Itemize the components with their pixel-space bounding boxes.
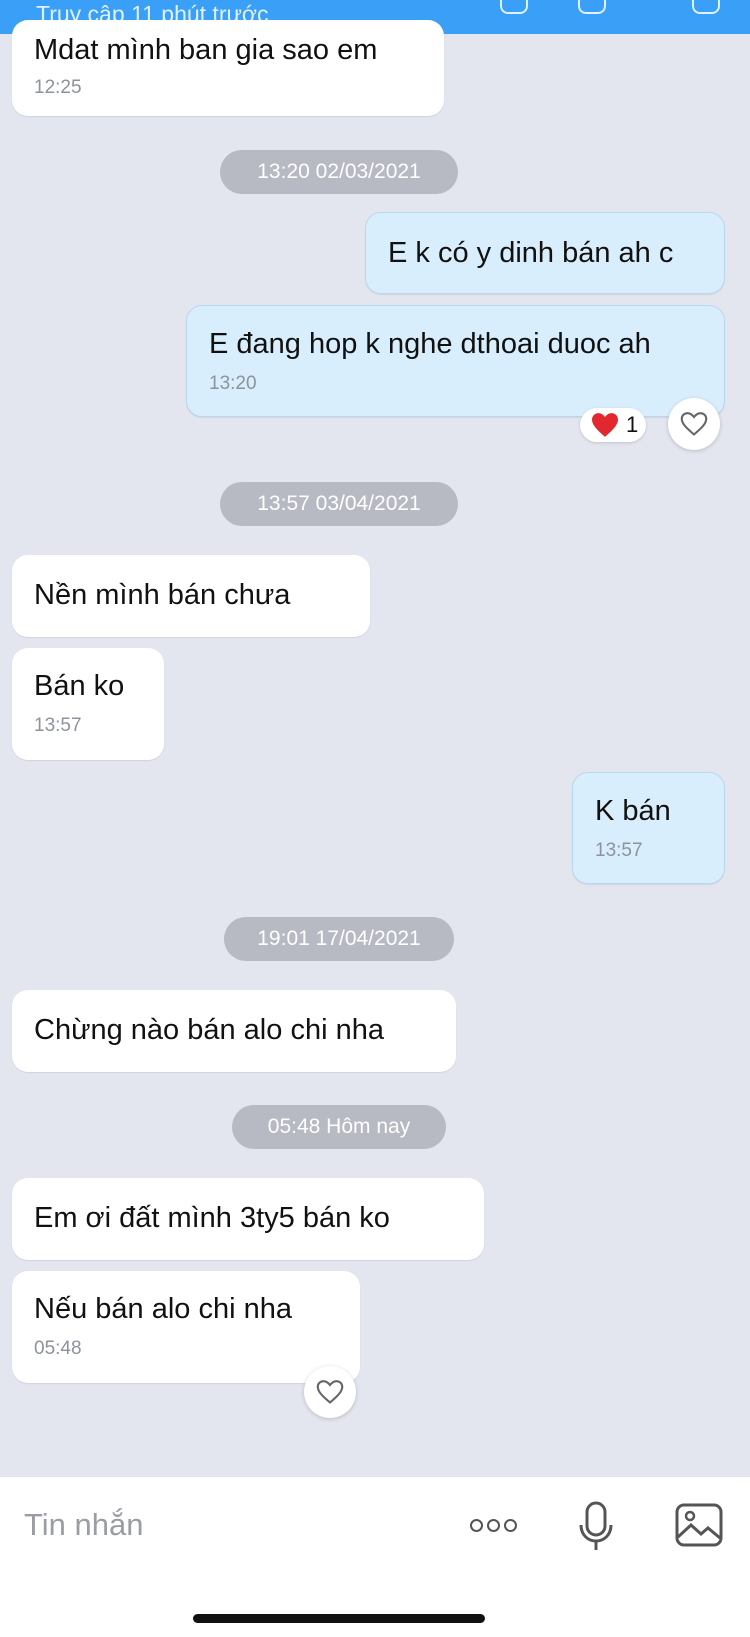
message-incoming[interactable]: Chừng nào bán alo chi nha <box>12 990 456 1072</box>
heart-outline-icon <box>316 1380 344 1404</box>
message-incoming[interactable]: Nền mình bán chưa <box>12 555 370 637</box>
image-icon[interactable] <box>675 1503 723 1547</box>
message-text: E đang hop k nghe dthoai duoc ah <box>209 328 651 360</box>
heart-outline-icon <box>680 412 708 436</box>
react-button[interactable] <box>304 1366 356 1418</box>
reaction-badge[interactable]: 1 <box>580 408 647 442</box>
date-separator: 05:48 Hôm nay <box>232 1105 446 1149</box>
reaction-count: 1 <box>626 412 639 437</box>
date-separator: 19:01 17/04/2021 <box>224 917 454 961</box>
menu-icon[interactable] <box>692 0 720 14</box>
message-time: 05:48 <box>34 1338 82 1359</box>
message-outgoing[interactable]: K bán 13:57 <box>572 772 725 884</box>
call-icon[interactable] <box>500 0 528 14</box>
message-text: Bán ko <box>34 670 125 702</box>
message-incoming[interactable]: Bán ko 13:57 <box>12 648 164 760</box>
message-time: 13:20 <box>209 373 257 394</box>
react-button[interactable] <box>668 398 720 450</box>
message-text: Mdat mình ban gia sao em <box>34 34 378 66</box>
home-indicator <box>193 1614 485 1623</box>
date-separator: 13:57 03/04/2021 <box>220 482 458 526</box>
message-incoming[interactable]: Mdat mình ban gia sao em 12:25 <box>12 20 444 116</box>
message-text: Em ơi đất mình 3ty5 bán ko <box>34 1202 390 1234</box>
message-input[interactable]: Tin nhắn <box>24 1507 144 1543</box>
message-text: Nếu bán alo chi nha <box>34 1293 292 1325</box>
composer-bar: Tin nhắn <box>0 1477 750 1637</box>
message-incoming[interactable]: Em ơi đất mình 3ty5 bán ko <box>12 1178 484 1260</box>
message-outgoing[interactable]: E đang hop k nghe dthoai duoc ah 13:20 <box>186 305 725 417</box>
message-incoming[interactable]: Nếu bán alo chi nha 05:48 <box>12 1271 360 1383</box>
message-text: K bán <box>595 795 671 827</box>
message-outgoing[interactable]: E k có y dinh bán ah c <box>365 212 725 294</box>
microphone-icon[interactable] <box>578 1501 614 1553</box>
message-time: 13:57 <box>34 715 82 736</box>
message-time: 13:57 <box>595 840 643 861</box>
heart-icon <box>592 413 618 437</box>
date-separator: 13:20 02/03/2021 <box>220 150 458 194</box>
message-text: E k có y dinh bán ah c <box>388 237 674 269</box>
message-text: Nền mình bán chưa <box>34 579 291 611</box>
video-call-icon[interactable] <box>578 0 606 14</box>
more-icon[interactable] <box>470 1519 517 1532</box>
message-text: Chừng nào bán alo chi nha <box>34 1014 384 1046</box>
message-time: 12:25 <box>34 77 82 98</box>
